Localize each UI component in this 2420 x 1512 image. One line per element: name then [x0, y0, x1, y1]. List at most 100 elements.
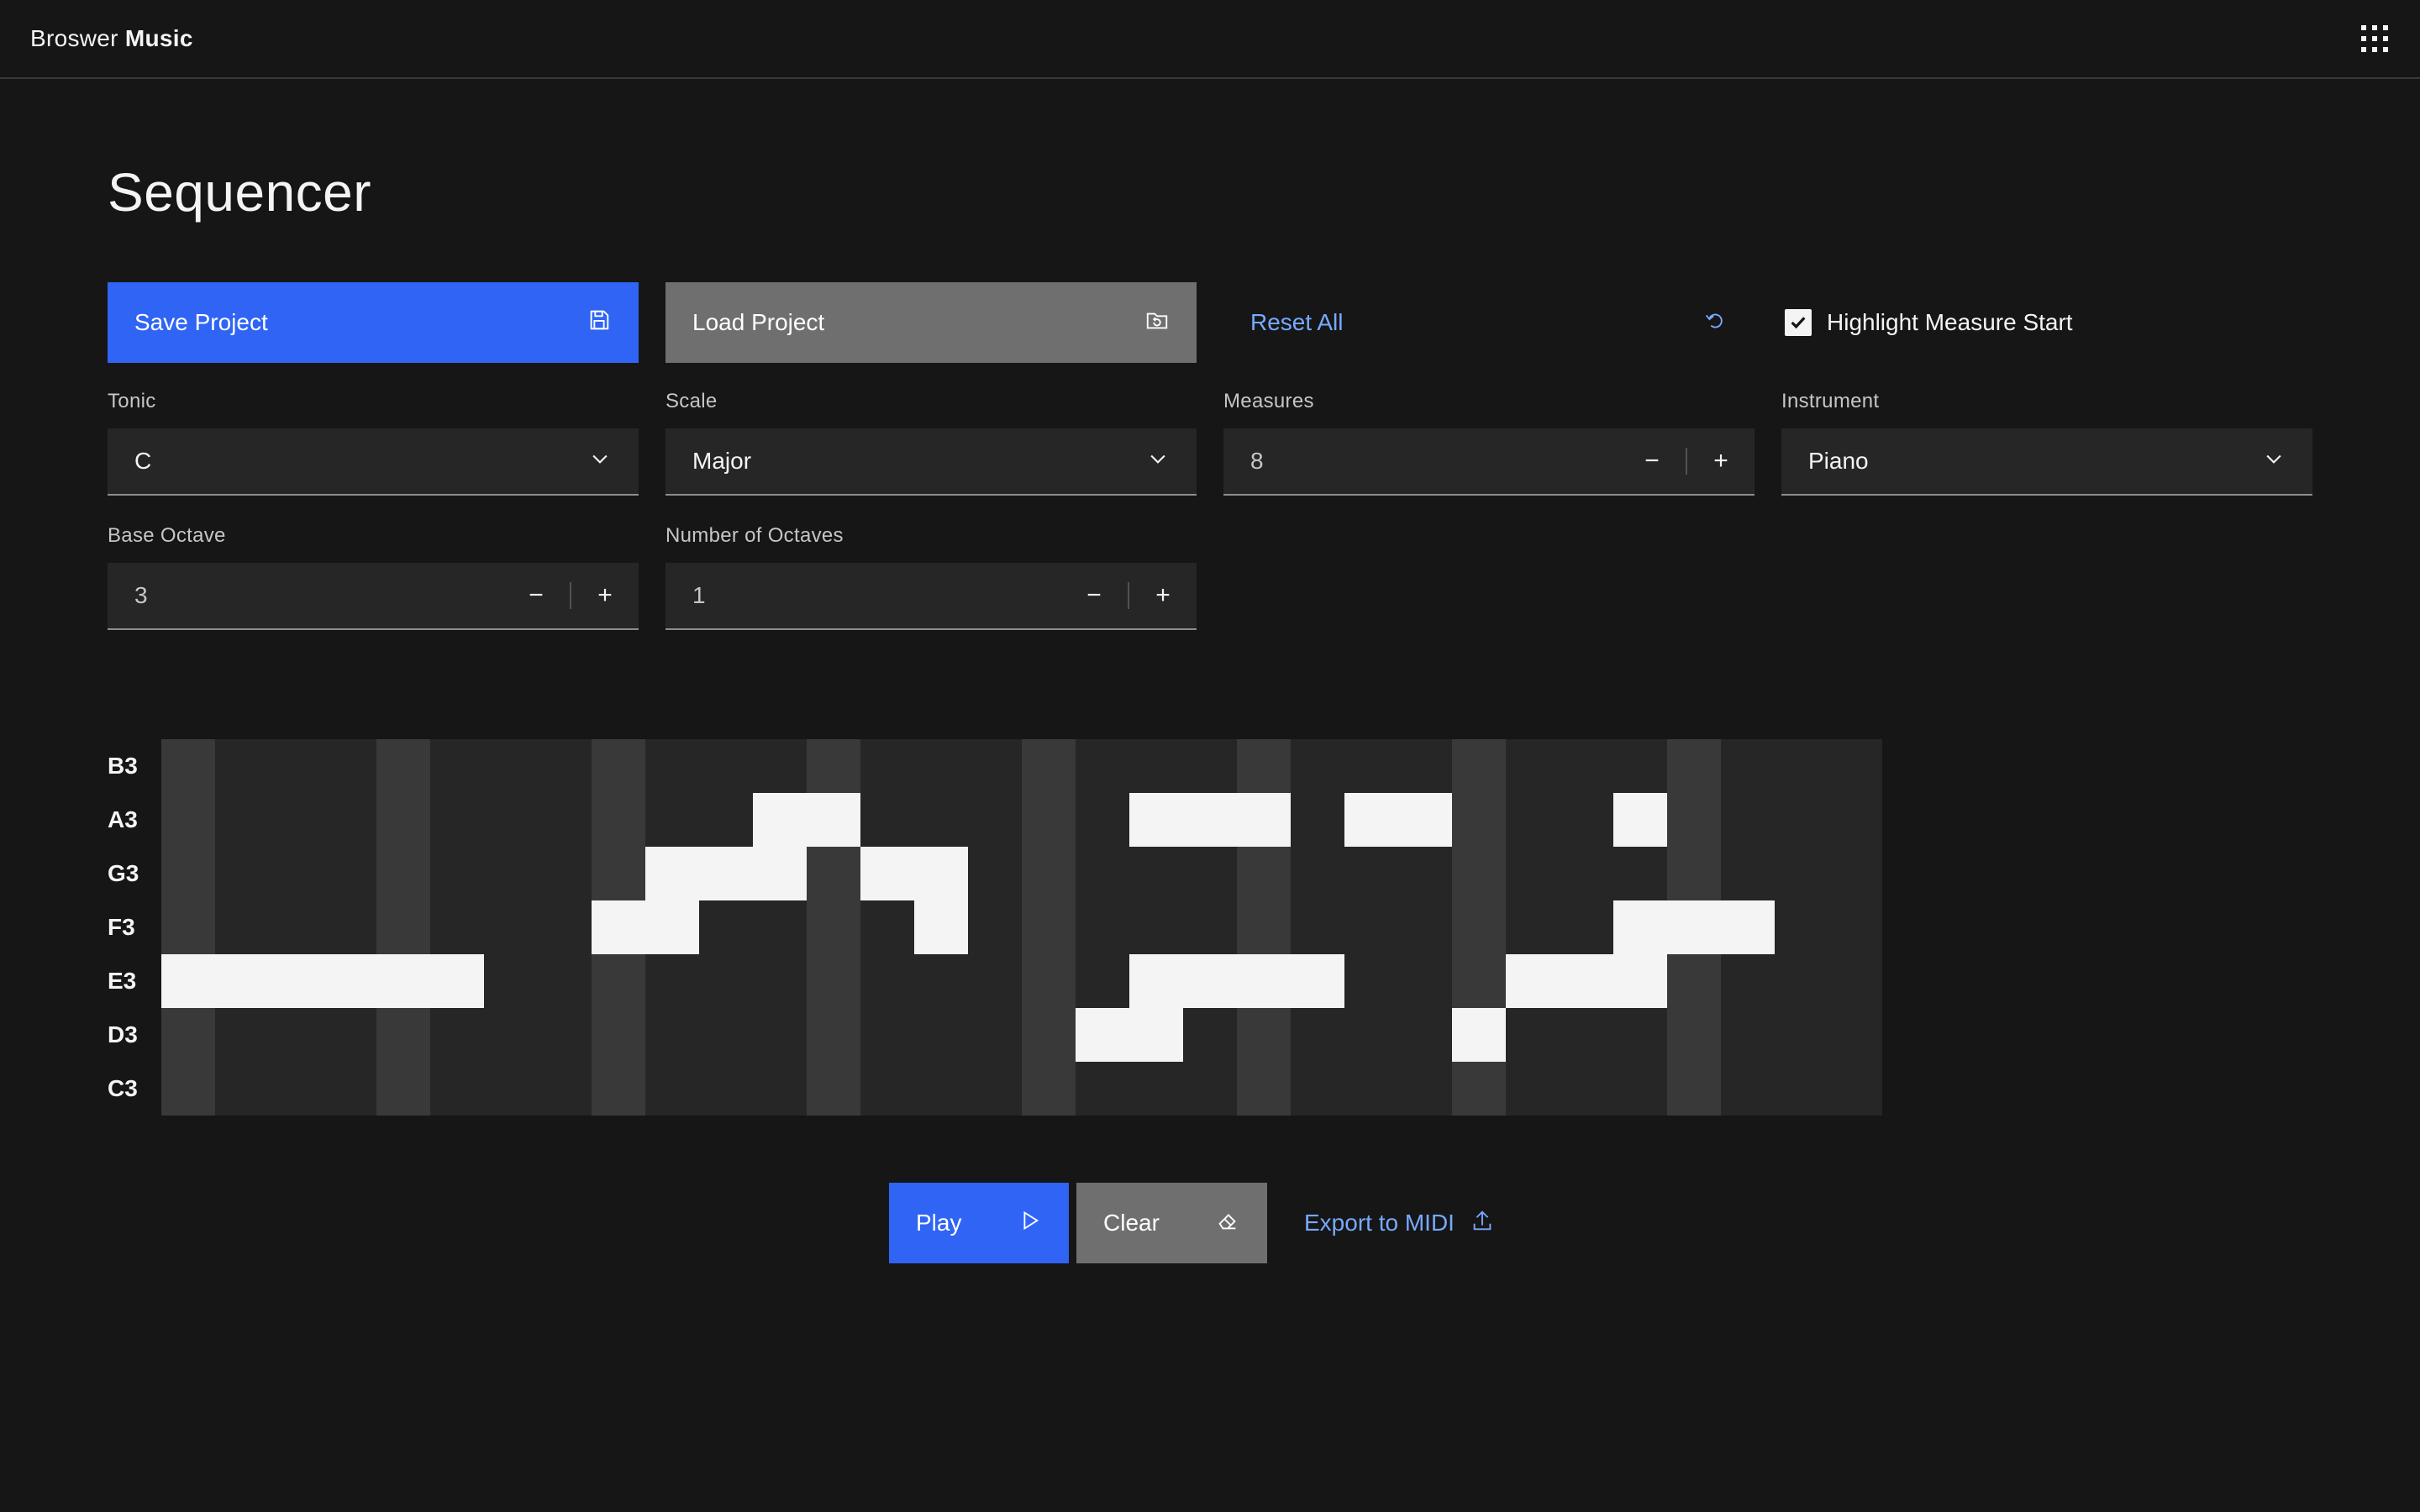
note-cell[interactable]	[1667, 900, 1721, 954]
note-cell[interactable]	[1183, 954, 1237, 1008]
decrement-button[interactable]: −	[1618, 428, 1686, 495]
num-octaves-field: Number of Octaves 1 − +	[666, 524, 1197, 630]
note-cell[interactable]	[161, 954, 215, 1008]
instrument-value: Piano	[1808, 448, 1869, 474]
note-cell[interactable]	[1129, 793, 1183, 847]
note-cell[interactable]	[1076, 1008, 1129, 1062]
num-octaves-value[interactable]: 1	[692, 582, 706, 609]
scale-select[interactable]: Major	[666, 428, 1197, 496]
note-cell[interactable]	[1237, 954, 1291, 1008]
tonic-select[interactable]: C	[108, 428, 639, 496]
play-button[interactable]: Play	[889, 1183, 1069, 1263]
measure-start-column	[1022, 739, 1076, 1116]
measures-label: Measures	[1223, 390, 1314, 412]
scale-value: Major	[692, 448, 752, 474]
measure-start-column	[161, 739, 215, 1116]
page-title: Sequencer	[108, 162, 372, 223]
folder-load-icon	[1144, 307, 1170, 339]
tonic-value: C	[134, 448, 152, 474]
brand-bold: Music	[124, 25, 193, 51]
note-cell[interactable]	[807, 793, 860, 847]
increment-button[interactable]: +	[1129, 562, 1197, 629]
reset-all-label: Reset All	[1250, 309, 1344, 335]
measures-stepper[interactable]: 8 − +	[1223, 428, 1754, 496]
save-icon	[587, 307, 612, 339]
note-cell[interactable]	[753, 793, 807, 847]
instrument-select[interactable]: Piano	[1781, 428, 2312, 496]
save-project-button[interactable]: Save Project	[108, 282, 639, 363]
tonic-label: Tonic	[108, 390, 156, 412]
note-cell[interactable]	[860, 847, 914, 900]
highlight-measure-start-label: Highlight Measure Start	[1827, 309, 2073, 335]
num-octaves-stepper[interactable]: 1 − +	[666, 563, 1197, 630]
note-cell[interactable]	[1291, 954, 1344, 1008]
note-cell[interactable]	[914, 847, 968, 900]
chevron-down-icon	[588, 447, 612, 476]
note-cell[interactable]	[1129, 1008, 1183, 1062]
note-cell[interactable]	[1237, 793, 1291, 847]
eraser-icon	[1215, 1208, 1240, 1239]
export-midi-button[interactable]: Export to MIDI	[1277, 1183, 1529, 1263]
increment-button[interactable]: +	[571, 562, 639, 629]
note-cell[interactable]	[1506, 954, 1560, 1008]
note-cell[interactable]	[376, 954, 430, 1008]
note-cell[interactable]	[1129, 954, 1183, 1008]
note-cell[interactable]	[645, 847, 699, 900]
load-project-button[interactable]: Load Project	[666, 282, 1197, 363]
note-cell[interactable]	[1344, 793, 1398, 847]
decrement-button[interactable]: −	[1060, 562, 1128, 629]
instrument-label: Instrument	[1781, 390, 1880, 412]
measures-value[interactable]: 8	[1250, 448, 1264, 475]
play-label: Play	[916, 1210, 962, 1236]
sequencer-grid[interactable]	[161, 739, 1882, 1116]
num-octaves-label: Number of Octaves	[666, 524, 844, 547]
chevron-down-icon	[2262, 447, 2286, 476]
scale-field: Scale Major	[666, 390, 1197, 496]
play-icon	[1017, 1208, 1042, 1239]
base-octave-value[interactable]: 3	[134, 582, 148, 609]
reset-all-button[interactable]: Reset All	[1223, 282, 1754, 363]
chevron-down-icon	[1146, 447, 1170, 476]
note-label-f3: F3	[108, 914, 135, 940]
note-cell[interactable]	[1613, 793, 1667, 847]
note-label-e3: E3	[108, 968, 137, 994]
base-octave-stepper-buttons: − +	[502, 562, 639, 629]
note-cell[interactable]	[269, 954, 323, 1008]
increment-button[interactable]: +	[1687, 428, 1754, 495]
instrument-field: Instrument Piano	[1781, 390, 2312, 496]
save-project-label: Save Project	[134, 309, 268, 335]
note-cell[interactable]	[1452, 1008, 1506, 1062]
highlight-measure-start-checkbox[interactable]: Highlight Measure Start	[1785, 282, 2073, 363]
note-cell[interactable]	[430, 954, 484, 1008]
note-cell[interactable]	[699, 847, 753, 900]
checkbox-checked-icon[interactable]	[1785, 309, 1812, 336]
note-cell[interactable]	[1183, 793, 1237, 847]
reset-icon	[1702, 307, 1728, 339]
note-cell[interactable]	[914, 900, 968, 954]
num-octaves-stepper-buttons: − +	[1060, 562, 1197, 629]
note-cell[interactable]	[753, 847, 807, 900]
measures-field: Measures 8 − +	[1223, 390, 1754, 496]
note-cell[interactable]	[592, 900, 645, 954]
decrement-button[interactable]: −	[502, 562, 570, 629]
clear-button[interactable]: Clear	[1076, 1183, 1267, 1263]
note-labels: B3 A3 G3 F3 E3 D3 C3	[108, 739, 139, 1116]
note-cell[interactable]	[323, 954, 376, 1008]
note-cell[interactable]	[1721, 900, 1775, 954]
note-cell[interactable]	[1560, 954, 1613, 1008]
base-octave-stepper[interactable]: 3 − +	[108, 563, 639, 630]
base-octave-label: Base Octave	[108, 524, 226, 547]
note-cell[interactable]	[1613, 954, 1667, 1008]
note-cell[interactable]	[215, 954, 269, 1008]
export-midi-label: Export to MIDI	[1304, 1210, 1455, 1236]
app-brand[interactable]: Broswer Music	[30, 25, 193, 52]
note-cell[interactable]	[1613, 900, 1667, 954]
note-cell[interactable]	[1398, 793, 1452, 847]
load-project-label: Load Project	[692, 309, 825, 335]
app-switcher-icon[interactable]	[2361, 25, 2388, 52]
measure-start-column	[376, 739, 430, 1116]
scale-label: Scale	[666, 390, 718, 412]
upload-icon	[1470, 1208, 1495, 1239]
note-cell[interactable]	[645, 900, 699, 954]
top-header: Broswer Music	[0, 0, 2420, 79]
